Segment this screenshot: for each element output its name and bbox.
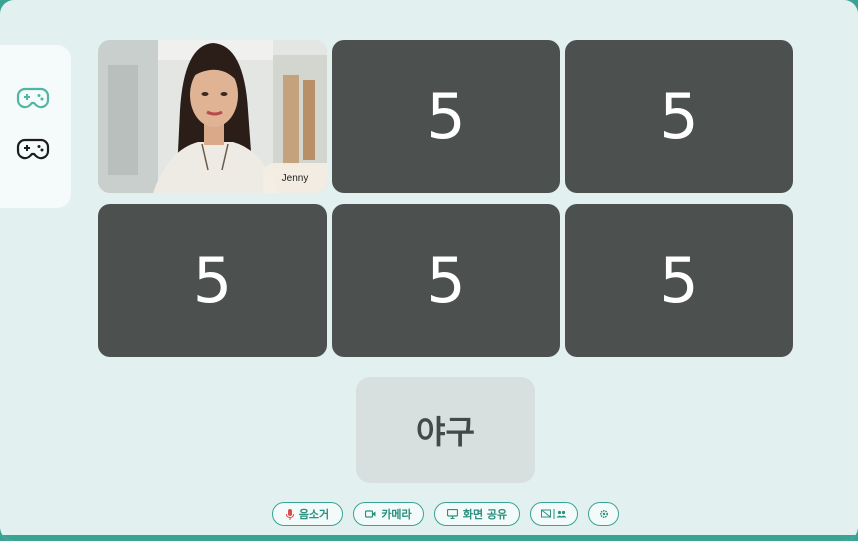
share-screen-button[interactable]: 화면 공유 [434, 502, 520, 526]
grid-participants-icon [541, 509, 567, 519]
tile-number: 5 [659, 243, 699, 317]
gamepad-icon[interactable] [16, 86, 50, 110]
sidebar [0, 45, 71, 208]
number-tile: 5 [565, 204, 793, 357]
camera-label: 카메라 [381, 508, 412, 521]
tile-number: 5 [192, 243, 233, 317]
number-tile: 5 [565, 40, 793, 193]
gamepad-icon[interactable] [16, 137, 50, 161]
layout-toggle-button[interactable] [530, 502, 578, 526]
participant-video-tile[interactable]: Jenny [98, 40, 327, 193]
mute-label: 음소거 [298, 508, 330, 521]
mute-button[interactable]: 음소거 [272, 502, 343, 526]
share-label: 화면 공유 [462, 508, 508, 521]
word-card: 야구 [356, 377, 535, 483]
mic-icon [285, 508, 294, 520]
camera-button[interactable]: 카메라 [353, 502, 424, 526]
participant-name-tag: Jenny [263, 163, 327, 193]
number-tile: 5 [332, 204, 560, 357]
tile-number: 5 [426, 79, 466, 153]
monitor-icon [446, 509, 458, 519]
number-tile: 5 [98, 204, 327, 357]
tile-number: 5 [426, 243, 466, 317]
app-window: Jenny 5 5 5 5 5 야구 음소거 카메라 화면 공유 [0, 0, 858, 541]
video-camera-icon [365, 510, 376, 518]
number-tile: 5 [332, 40, 560, 193]
settings-button[interactable] [588, 502, 619, 526]
gear-icon [599, 509, 608, 519]
tile-number: 5 [659, 79, 699, 153]
